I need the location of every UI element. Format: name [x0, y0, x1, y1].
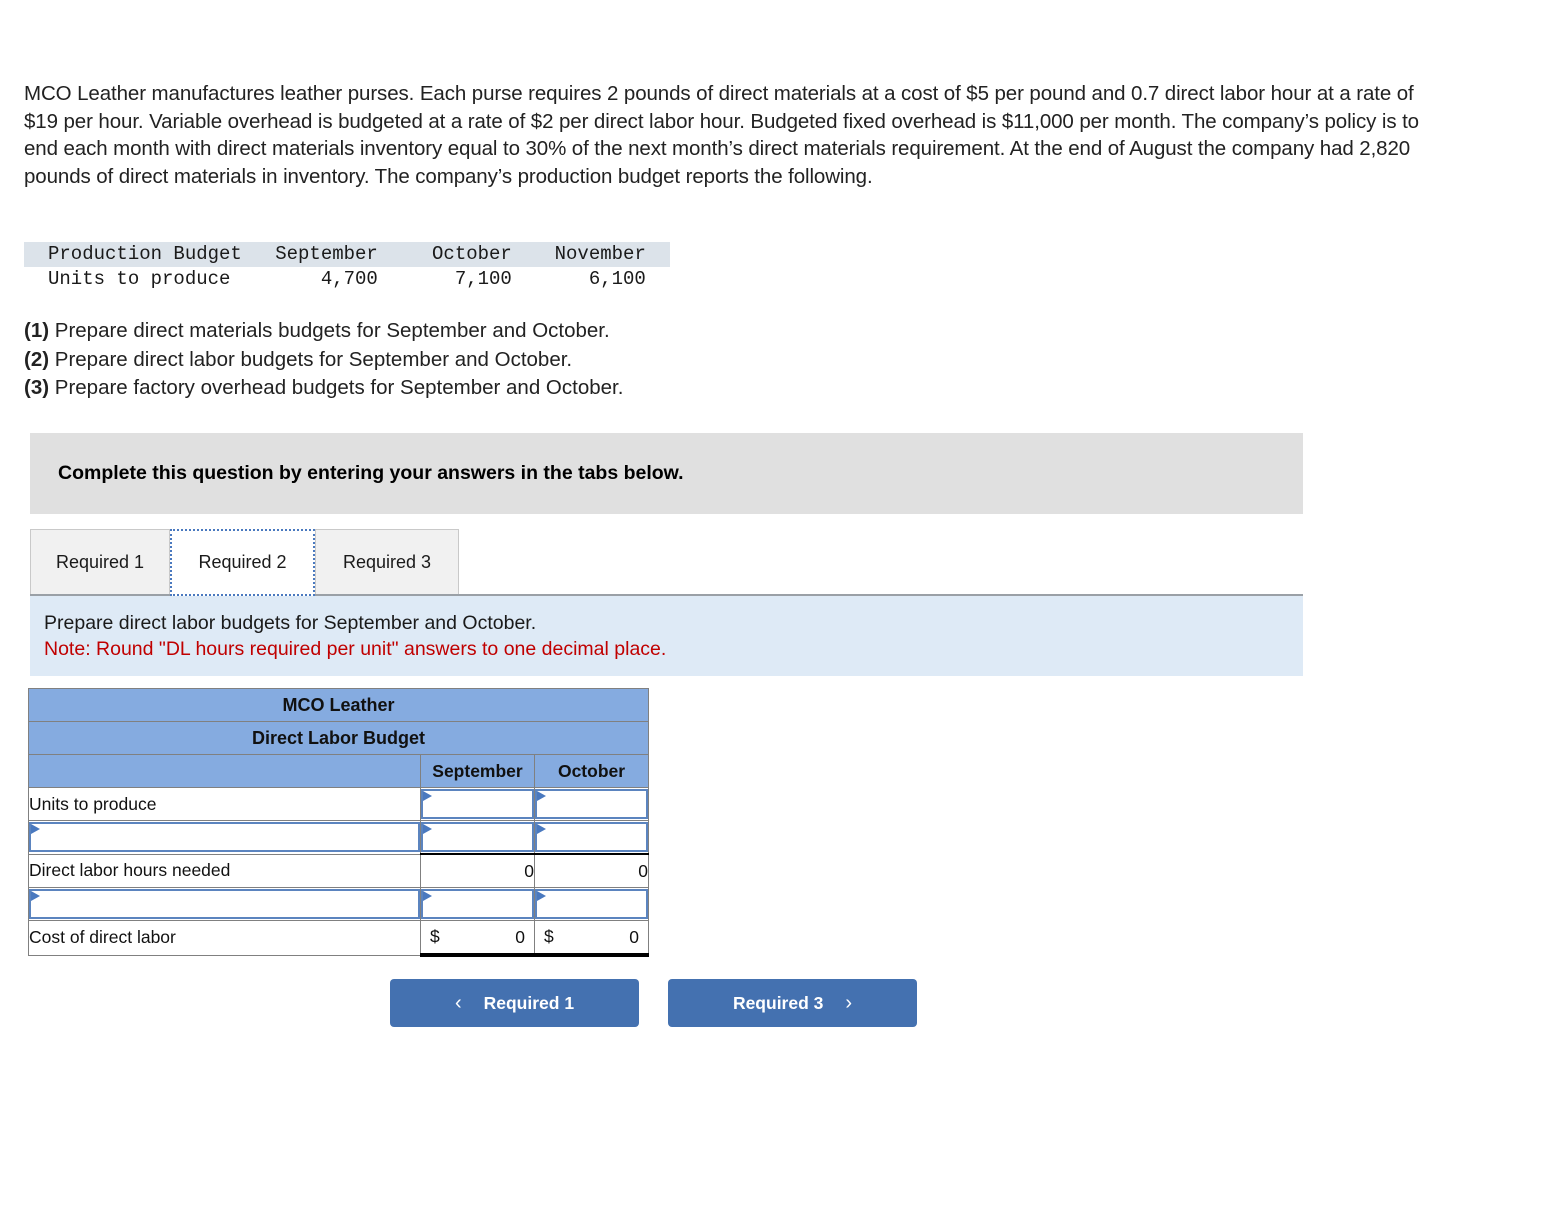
tab-required-2-label: Required 2	[198, 552, 287, 572]
task-rounding-note: Note: Round "DL hours required per unit"…	[44, 638, 667, 660]
production-budget-units-row: Units to produce 4,700 7,100 6,100	[24, 267, 670, 292]
requirement-item-2: (2) Prepare direct labor budgets for Sep…	[24, 346, 623, 375]
production-budget-units-october: 7,100	[454, 268, 512, 290]
requirement-text-1: Prepare direct materials budgets for Sep…	[54, 319, 610, 342]
dl-row4-october-input[interactable]	[533, 887, 650, 921]
tab-required-3[interactable]: Required 3	[315, 529, 459, 594]
dl-column-header-row: September October	[28, 754, 650, 788]
requirement-number-2: (2)	[24, 347, 50, 371]
requirement-item-1: (1) Prepare direct materials budgets for…	[24, 317, 623, 346]
dl-row5-october-total: $ 0	[533, 920, 650, 957]
direct-labor-budget-table: MCO Leather Direct Labor Budget Septembe…	[27, 688, 650, 957]
production-budget-header-october: October	[393, 242, 528, 267]
dl-row1-label: Units to produce	[28, 787, 421, 821]
table-row: Direct labor hours needed 0 0	[28, 853, 650, 888]
next-required-button[interactable]: Required 3 ›	[668, 979, 917, 1027]
dl-company-title: MCO Leather	[27, 688, 650, 722]
production-budget-units-label: Units to produce	[48, 268, 231, 290]
table-row	[28, 820, 650, 855]
dl-row5-september-currency: $	[430, 926, 440, 947]
chevron-right-icon: ›	[845, 992, 853, 1014]
production-budget-units-november: 6,100	[588, 268, 646, 290]
tab-strip: Required 1 Required 2 Required 3	[30, 529, 1303, 596]
instruction-banner-text: Complete this question by entering your …	[58, 462, 684, 484]
dl-row5-label: Cost of direct labor	[28, 920, 421, 956]
previous-required-button[interactable]: ‹ Required 1	[390, 979, 639, 1027]
problem-statement: MCO Leather manufactures leather purses.…	[24, 82, 1419, 188]
production-budget-table: Production Budget September October Nove…	[24, 242, 670, 292]
task-instruction-text: Prepare direct labor budgets for Septemb…	[44, 612, 537, 634]
production-budget-header-row: Production Budget September October Nove…	[24, 242, 670, 267]
dl-budget-subtitle: Direct Labor Budget	[27, 721, 650, 755]
production-budget-title: Production Budget	[24, 242, 260, 267]
dl-subtitle-row: Direct Labor Budget	[27, 721, 650, 755]
dl-row3-october-value: 0	[533, 853, 650, 888]
dl-row3-september-value: 0	[420, 853, 535, 888]
tab-required-1-label: Required 1	[55, 551, 145, 572]
dl-row4-september-input[interactable]	[420, 887, 535, 921]
dl-blank-header	[28, 754, 421, 788]
dl-row1-september-input[interactable]	[420, 787, 535, 821]
requirements-list: (1) Prepare direct materials budgets for…	[24, 317, 623, 403]
cell-marker-triangle-icon	[537, 791, 546, 801]
production-budget-units-september: 4,700	[320, 268, 378, 290]
production-budget-header-september: September	[259, 242, 394, 267]
requirement-text-2: Prepare direct labor budgets for Septemb…	[54, 347, 573, 371]
next-required-label: Required 3	[732, 992, 824, 1013]
dl-row2-september-input[interactable]	[420, 820, 535, 855]
dl-row1-october-input[interactable]	[533, 787, 650, 821]
requirement-text-3: Prepare factory overhead budgets for Sep…	[54, 376, 624, 399]
cell-marker-triangle-icon	[423, 891, 432, 901]
cell-marker-triangle-icon	[537, 824, 546, 834]
production-budget-header-november: November	[527, 242, 670, 267]
cell-marker-triangle-icon	[537, 891, 546, 901]
tab-required-1[interactable]: Required 1	[30, 529, 170, 594]
table-row: Units to produce	[28, 787, 650, 821]
cell-marker-triangle-icon	[423, 791, 432, 801]
requirement-number-3: (3)	[24, 376, 50, 399]
dl-header-october: October	[533, 754, 650, 788]
instruction-banner: Complete this question by entering your …	[30, 433, 1303, 514]
dl-title-row: MCO Leather	[27, 688, 650, 722]
previous-required-label: Required 1	[483, 992, 575, 1013]
dl-row3-label: Direct labor hours needed	[28, 853, 421, 888]
dl-row4-label-input[interactable]	[28, 887, 421, 921]
dl-row2-october-input[interactable]	[533, 820, 650, 855]
chevron-left-icon: ‹	[454, 992, 462, 1014]
table-row: Cost of direct labor $ 0 $ 0	[28, 920, 650, 957]
table-row	[28, 887, 650, 921]
task-note-panel: Prepare direct labor budgets for Septemb…	[30, 596, 1303, 676]
tab-required-2[interactable]: Required 2	[170, 529, 315, 596]
dl-row2-label-input[interactable]	[28, 820, 421, 855]
cell-marker-triangle-icon	[31, 824, 40, 835]
dl-row5-september-total: $ 0	[420, 920, 535, 957]
tab-required-3-label: Required 3	[342, 551, 432, 572]
requirement-number-1: (1)	[24, 319, 50, 342]
dl-header-september: September	[420, 754, 535, 788]
cell-marker-triangle-icon	[31, 891, 40, 901]
dl-row5-october-currency: $	[544, 926, 554, 947]
cell-marker-triangle-icon	[423, 824, 432, 834]
requirement-item-3: (3) Prepare factory overhead budgets for…	[24, 374, 623, 403]
